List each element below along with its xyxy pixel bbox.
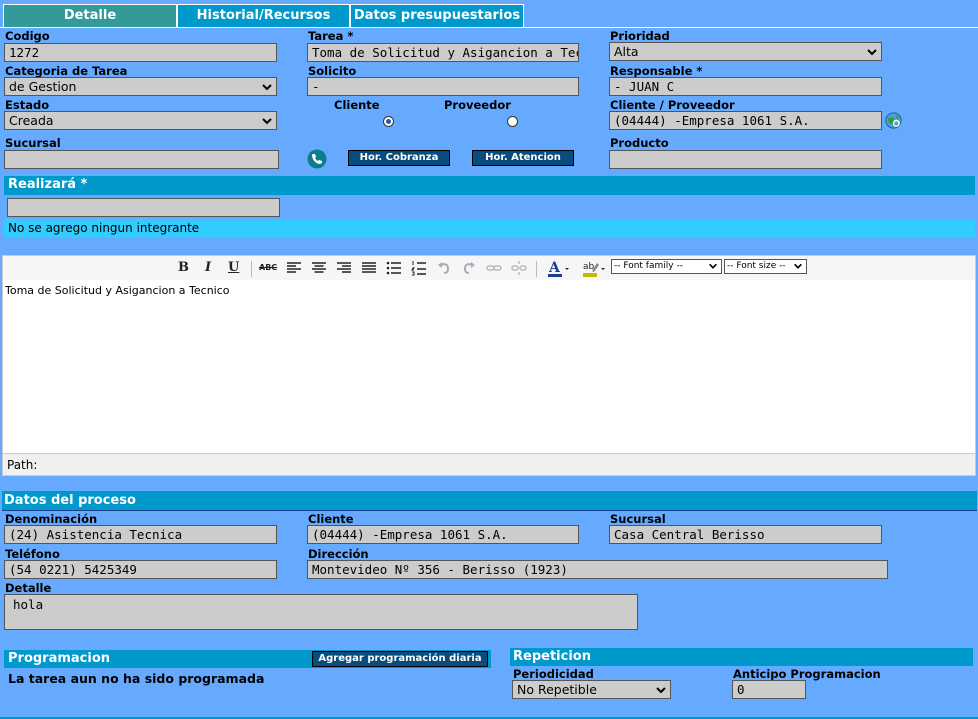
periodicidad-select[interactable]: No Repetible bbox=[512, 680, 671, 699]
chevron-down-icon bbox=[262, 84, 272, 91]
undo-icon[interactable] bbox=[435, 259, 453, 277]
codigo-field[interactable]: 1272 bbox=[4, 43, 277, 62]
solicito-field[interactable]: - bbox=[307, 77, 579, 96]
chevron-down-icon bbox=[867, 49, 877, 56]
prioridad-select[interactable]: Alta bbox=[609, 42, 882, 61]
align-justify-icon[interactable] bbox=[360, 259, 378, 277]
highlight-color-icon[interactable]: ab bbox=[579, 259, 609, 277]
codigo-label: Codigo bbox=[5, 29, 50, 43]
font-color-icon[interactable]: A bbox=[544, 259, 574, 277]
font-size-select[interactable]: -- Font size -- bbox=[724, 259, 807, 274]
proceso-header-rule bbox=[2, 510, 977, 511]
tarea-field[interactable]: Toma de Solicitud y Asigancion a Tecnico bbox=[307, 43, 579, 62]
globe-search-icon[interactable] bbox=[884, 111, 903, 130]
producto-field[interactable] bbox=[609, 150, 882, 169]
toolbar-separator bbox=[251, 261, 252, 277]
proceso-sucursal-field: Casa Central Berisso bbox=[609, 525, 882, 544]
editor-path-label: Path: bbox=[7, 458, 38, 472]
estado-value: Creada bbox=[9, 113, 54, 128]
proveedor-radio-label: Proveedor bbox=[444, 98, 511, 112]
proceso-cliente-field: (04444) -Empresa 1061 S.A. bbox=[307, 525, 579, 544]
italic-button[interactable]: I bbox=[205, 260, 211, 275]
tab-detalle[interactable]: Detalle bbox=[3, 4, 177, 27]
cliente-radio-label: Cliente bbox=[334, 98, 380, 112]
cliente-proveedor-field[interactable]: (04444) -Empresa 1061 S.A. bbox=[609, 111, 882, 130]
hor-atencion-button[interactable]: Hor. Atencion bbox=[472, 150, 574, 166]
programacion-title: Programacion bbox=[8, 651, 111, 666]
producto-label: Producto bbox=[610, 136, 669, 150]
tarea-label: Tarea * bbox=[308, 29, 354, 43]
svg-text:A: A bbox=[548, 260, 561, 276]
tab-historial-recursos[interactable]: Historial/Recursos bbox=[177, 4, 350, 27]
categoria-value: de Gestion bbox=[9, 79, 77, 94]
font-family-value: -- Font family -- bbox=[614, 261, 683, 271]
cliente-radio[interactable] bbox=[383, 116, 394, 127]
realizara-input[interactable] bbox=[7, 198, 280, 217]
hor-cobranza-button[interactable]: Hor. Cobranza bbox=[348, 150, 450, 166]
proceso-header: Datos del proceso bbox=[2, 491, 977, 510]
strikethrough-button[interactable]: ABC bbox=[259, 263, 277, 272]
realizara-header: Realizará * bbox=[4, 176, 975, 195]
agregar-programacion-button[interactable]: Agregar programación diaria bbox=[312, 651, 488, 667]
editor-content[interactable]: Toma de Solicitud y Asigancion a Tecnico bbox=[5, 284, 970, 449]
direccion-field: Montevideo Nº 356 - Berisso (1923) bbox=[307, 560, 888, 579]
bullet-list-icon[interactable] bbox=[385, 259, 403, 277]
periodicidad-value: No Repetible bbox=[517, 682, 597, 697]
responsable-field[interactable]: - JUAN C bbox=[609, 77, 882, 96]
telefono-field: (54 0221) 5425349 bbox=[4, 560, 277, 579]
unlink-icon[interactable] bbox=[510, 259, 528, 277]
phone-icon[interactable] bbox=[307, 149, 327, 169]
realizara-empty-message: No se agrego ningun integrante bbox=[4, 219, 975, 238]
align-center-icon[interactable] bbox=[310, 259, 328, 277]
sucursal-field[interactable] bbox=[4, 150, 279, 169]
programacion-status: La tarea aun no ha sido programada bbox=[8, 671, 265, 686]
proveedor-radio[interactable] bbox=[507, 116, 518, 127]
prioridad-value: Alta bbox=[614, 44, 639, 59]
bold-button[interactable]: B bbox=[178, 260, 189, 275]
chevron-down-icon bbox=[656, 687, 666, 694]
categoria-select[interactable]: de Gestion bbox=[4, 77, 277, 96]
underline-button[interactable]: U bbox=[228, 260, 239, 275]
estado-select[interactable]: Creada bbox=[4, 111, 277, 130]
denominacion-field: (24) Asistencia Tecnica bbox=[4, 525, 277, 544]
toolbar-separator bbox=[536, 261, 537, 277]
chevron-down-icon bbox=[794, 263, 802, 269]
font-size-value: -- Font size -- bbox=[727, 261, 786, 271]
align-right-icon[interactable] bbox=[335, 259, 353, 277]
detalle-field: hola bbox=[4, 594, 638, 630]
redo-icon[interactable] bbox=[460, 259, 478, 277]
link-icon[interactable] bbox=[485, 259, 503, 277]
numbered-list-icon[interactable] bbox=[410, 259, 428, 277]
anticipo-field[interactable]: 0 bbox=[732, 680, 806, 699]
font-family-select[interactable]: -- Font family -- bbox=[611, 259, 722, 274]
chevron-down-icon bbox=[709, 263, 717, 269]
align-left-icon[interactable] bbox=[285, 259, 303, 277]
repeticion-header: Repeticion bbox=[510, 648, 973, 666]
editor-statusbar bbox=[3, 453, 975, 475]
chevron-down-icon bbox=[262, 118, 272, 125]
sucursal-label: Sucursal bbox=[5, 136, 61, 150]
tab-datos-presupuestarios[interactable]: Datos presupuestarios bbox=[350, 4, 524, 27]
